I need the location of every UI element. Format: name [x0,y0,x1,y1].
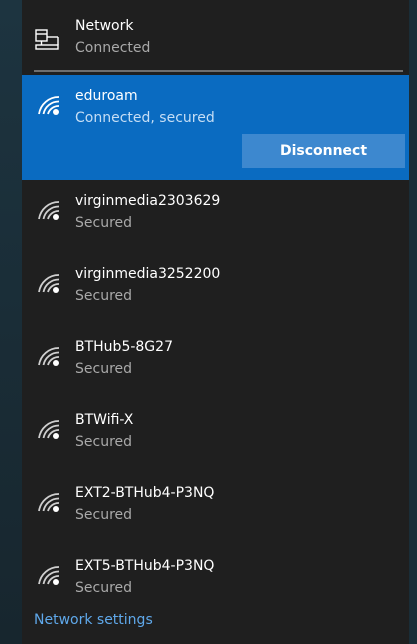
network-status: Connected, secured [75,110,215,126]
network-status: Secured [75,580,133,596]
wifi-signal-icon [38,493,60,512]
wifi-signal-icon [38,96,60,115]
wifi-signal-icon [38,274,60,293]
wifi-signal-icon [38,201,60,220]
header-title: Network [75,18,134,34]
network-item-eduroam[interactable]: eduroam Connected, secured Disconnect [22,75,409,180]
network-header[interactable]: Network Connected [22,0,409,70]
network-ssid: virginmedia3252200 [75,266,221,282]
network-ssid: BTHub5-8G27 [75,339,173,355]
wired-computer-icon [35,29,59,50]
network-status: Secured [75,507,133,523]
network-ssid: virginmedia2303629 [75,193,221,209]
network-ssid: eduroam [75,88,138,104]
network-item[interactable]: virginmedia3252200 Secured [22,253,409,325]
disconnect-button[interactable]: Disconnect [242,134,405,168]
network-item[interactable]: BTHub5-8G27 Secured [22,326,409,398]
network-ssid: BTWifi-X [75,412,134,428]
network-item[interactable]: virginmedia2303629 Secured [22,180,409,252]
wifi-signal-icon [38,566,60,585]
network-item[interactable]: EXT5-BTHub4-P3NQ Secured [22,545,409,605]
header-divider [34,70,403,72]
network-status: Secured [75,288,133,304]
desktop-backdrop [0,0,22,644]
network-item[interactable]: BTWifi-X Secured [22,399,409,471]
network-ssid: EXT2-BTHub4-P3NQ [75,485,215,501]
network-status: Secured [75,361,133,377]
network-status: Secured [75,215,133,231]
network-item[interactable]: EXT2-BTHub4-P3NQ Secured [22,472,409,544]
network-ssid: EXT5-BTHub4-P3NQ [75,558,215,574]
wifi-signal-icon [38,420,60,439]
desktop-backdrop-right [409,0,417,644]
network-settings-link[interactable]: Network settings [34,612,153,628]
wifi-signal-icon [38,347,60,366]
network-flyout: Network Connected eduroam Connected, sec… [22,0,409,644]
header-status: Connected [75,40,151,56]
network-status: Secured [75,434,133,450]
